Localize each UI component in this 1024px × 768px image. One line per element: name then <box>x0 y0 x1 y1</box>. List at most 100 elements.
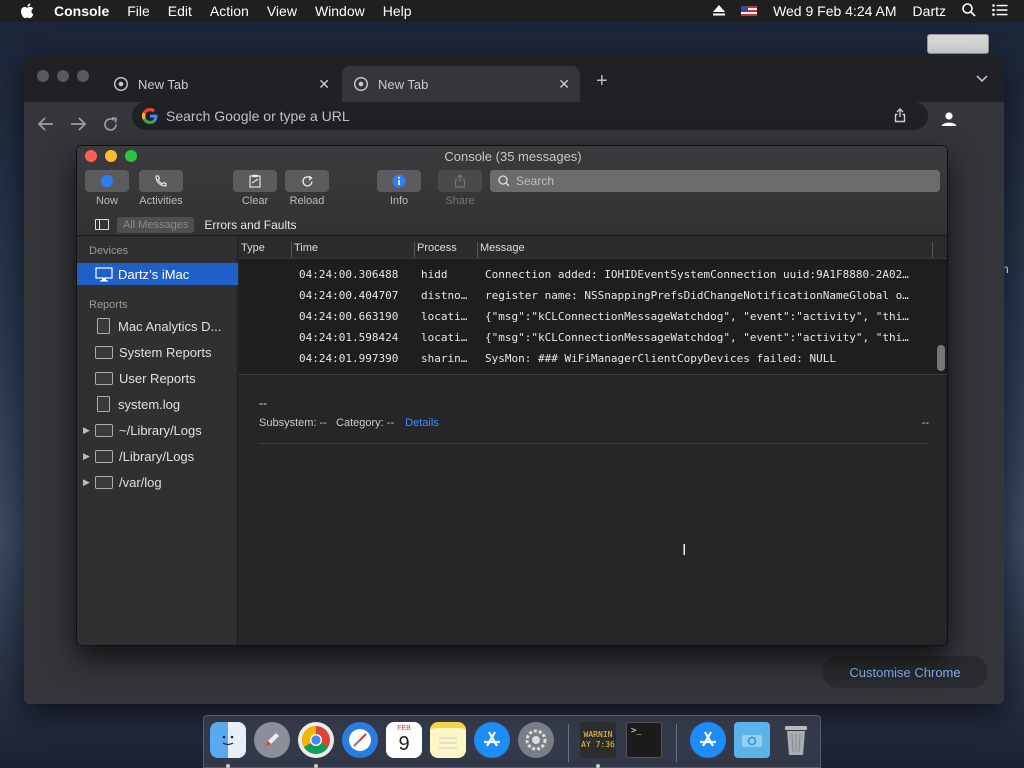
clear-button[interactable] <box>233 170 277 192</box>
desktop-drive-icon[interactable] <box>927 34 989 54</box>
finder-icon[interactable] <box>210 722 246 758</box>
app-store-icon[interactable] <box>474 722 510 758</box>
sidebar-item-user-reports[interactable]: User Reports <box>77 367 238 389</box>
menu-help[interactable]: Help <box>383 3 412 19</box>
row-process: hidd <box>421 268 448 281</box>
table-row[interactable]: 04:24:01.997390 sharin… SysMon: ### WiFi… <box>239 349 939 370</box>
activities-button[interactable] <box>139 170 183 192</box>
menu-window[interactable]: Window <box>315 3 365 19</box>
col-time[interactable]: Time <box>294 242 318 254</box>
reload-label: Reload <box>289 195 325 207</box>
console-search-input[interactable] <box>516 174 916 188</box>
app-store-download-icon[interactable] <box>690 722 726 758</box>
table-row[interactable]: 04:24:00.404707 distno… register name: N… <box>239 286 939 307</box>
menu-edit[interactable]: Edit <box>168 3 192 19</box>
launchpad-icon[interactable] <box>254 722 290 758</box>
console-icon[interactable]: WARNIN AY 7:36 <box>580 722 616 758</box>
new-tab-plus-icon[interactable]: + <box>596 70 608 93</box>
sidebar-toggle-icon[interactable] <box>95 219 109 230</box>
omnibox[interactable] <box>132 102 928 130</box>
dock-separator <box>676 724 677 762</box>
input-source-flag-icon[interactable] <box>741 6 758 16</box>
close-tab-icon[interactable]: ✕ <box>558 76 570 93</box>
apple-menu-icon[interactable] <box>20 3 36 19</box>
sidebar-item-label: system.log <box>118 396 181 412</box>
profile-avatar-icon[interactable] <box>938 108 960 130</box>
menu-action[interactable]: Action <box>210 3 249 19</box>
message-detail-pane: -- Subsystem: -- Category: -- Details -- <box>239 375 947 645</box>
minimize-window-button[interactable] <box>57 70 69 82</box>
forward-arrow-icon[interactable] <box>68 114 88 134</box>
log-scrollbar[interactable] <box>937 345 945 371</box>
reload-icon[interactable] <box>100 114 120 134</box>
now-button[interactable] <box>85 170 129 192</box>
reload-console-button[interactable] <box>285 170 329 192</box>
details-link[interactable]: Details <box>405 417 439 429</box>
omnibox-input[interactable] <box>166 108 846 124</box>
sidebar-item-user-library-logs[interactable]: ▶ ~/Library/Logs <box>77 419 238 441</box>
eject-icon[interactable] <box>713 3 726 19</box>
console-icon-line1: WARNIN <box>583 730 613 739</box>
tab-search-chevron-icon[interactable] <box>976 72 988 86</box>
spotlight-search-icon[interactable] <box>962 2 976 20</box>
share-icon[interactable] <box>894 108 906 126</box>
tab-title: New Tab <box>138 76 189 92</box>
menu-app-name[interactable]: Console <box>54 3 109 19</box>
calendar-icon[interactable]: FEB 9 <box>386 722 422 758</box>
now-dot-icon <box>101 175 113 187</box>
chrome-toolbar <box>24 102 1004 146</box>
close-window-button[interactable] <box>37 70 49 82</box>
control-center-list-icon[interactable] <box>992 3 1008 19</box>
tab-new-tab-2[interactable]: New Tab ✕ <box>342 66 580 102</box>
disclosure-triangle-icon[interactable]: ▶ <box>83 425 93 436</box>
close-tab-icon[interactable]: ✕ <box>318 76 330 93</box>
table-row[interactable]: 04:24:00.663190 locati… {"msg":"kCLConne… <box>239 307 939 328</box>
col-process[interactable]: Process <box>417 242 457 254</box>
zoom-window-button[interactable] <box>77 70 89 82</box>
chrome-favicon-icon <box>354 77 368 91</box>
disclosure-triangle-icon[interactable]: ▶ <box>83 477 93 488</box>
share-button[interactable] <box>438 170 482 192</box>
terminal-icon[interactable]: >_ <box>626 722 662 758</box>
system-preferences-icon[interactable] <box>518 722 554 758</box>
reports-header: Reports <box>89 299 128 311</box>
console-toolbar: Console (35 messages) Now Activities Cle… <box>77 146 947 236</box>
menubar-clock[interactable]: Wed 9 Feb 4:24 AM <box>773 3 896 19</box>
col-type[interactable]: Type <box>241 242 265 254</box>
chrome-icon[interactable] <box>298 722 334 758</box>
col-message[interactable]: Message <box>480 242 525 254</box>
sidebar-item-device[interactable]: Dartz’s iMac <box>77 263 238 285</box>
menu-file[interactable]: File <box>127 3 150 19</box>
row-message: register name: NSSnappingPrefsDidChangeN… <box>485 289 909 302</box>
menu-view[interactable]: View <box>267 3 297 19</box>
customise-chrome-button[interactable]: Customise Chrome <box>822 656 988 688</box>
row-time: 04:24:00.663190 <box>299 310 399 323</box>
back-arrow-icon[interactable] <box>36 114 56 134</box>
console-icon-line2: AY 7:36 <box>581 740 615 749</box>
info-button[interactable] <box>377 170 421 192</box>
sidebar-item-mac-analytics[interactable]: Mac Analytics D... <box>77 315 238 337</box>
sidebar-item-system-reports[interactable]: System Reports <box>77 341 238 363</box>
row-time: 04:24:00.306488 <box>299 268 399 281</box>
row-time: 04:24:01.598424 <box>299 331 399 344</box>
folder-icon <box>95 475 113 489</box>
row-message: {"msg":"kCLConnectionMessageWatchdog", "… <box>485 310 909 323</box>
notes-icon[interactable] <box>430 722 466 758</box>
console-search-field[interactable] <box>490 170 940 192</box>
sidebar-item-var-log[interactable]: ▶ /var/log <box>77 471 238 493</box>
sidebar-item-system-log[interactable]: system.log <box>77 393 238 415</box>
downloads-folder-icon[interactable] <box>734 722 770 758</box>
safari-icon[interactable] <box>342 722 378 758</box>
console-sidebar: Devices Dartz’s iMac Reports Mac Analyti… <box>77 237 238 645</box>
all-messages-filter[interactable]: All Messages <box>117 216 195 233</box>
errors-faults-filter[interactable]: Errors and Faults <box>204 218 296 232</box>
table-row[interactable]: 04:24:01.598424 locati… {"msg":"kCLConne… <box>239 328 939 349</box>
table-row[interactable]: 04:24:00.306488 hidd Connection added: I… <box>239 265 939 286</box>
activities-label: Activities <box>139 195 183 207</box>
trash-icon[interactable] <box>778 722 814 758</box>
disclosure-triangle-icon[interactable]: ▶ <box>83 451 93 462</box>
tab-new-tab-1[interactable]: New Tab ✕ <box>102 66 340 102</box>
info-circle-icon <box>392 174 406 188</box>
menubar-user[interactable]: Dartz <box>913 3 946 19</box>
sidebar-item-library-logs[interactable]: ▶ /Library/Logs <box>77 445 238 467</box>
